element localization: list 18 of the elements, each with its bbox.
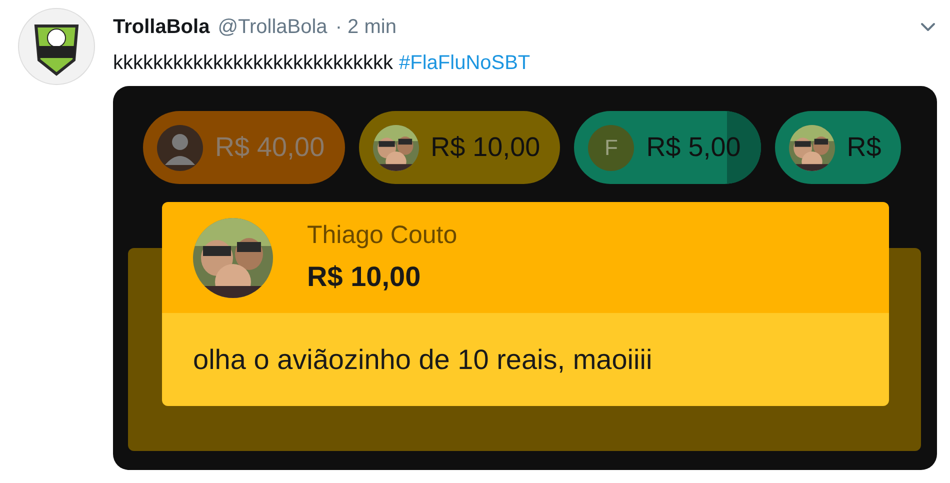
author-handle[interactable]: @TrollaBola bbox=[218, 12, 328, 42]
letter-avatar: F bbox=[588, 124, 634, 170]
donor-name: Thiago Couto bbox=[307, 220, 458, 251]
donation-chip[interactable]: R$ 10,00 bbox=[358, 111, 560, 184]
donation-amount: R$ 10,00 bbox=[430, 131, 540, 164]
person-icon bbox=[157, 124, 203, 170]
donation-amount: R$ bbox=[846, 131, 882, 164]
tweet-time[interactable]: · 2 min bbox=[335, 12, 396, 42]
donation-chip[interactable]: R$ bbox=[774, 111, 902, 184]
chat-message: olha o aviãozinho de 10 reais, maoiiii bbox=[193, 342, 652, 376]
hashtag-link[interactable]: #FlaFluNoSBT bbox=[399, 48, 530, 78]
donation-amount: R$ 10,00 bbox=[307, 260, 422, 294]
donation-chip[interactable]: F R$ 5,00 bbox=[574, 111, 761, 184]
tweet-text: kkkkkkkkkkkkkkkkkkkkkkkkkkkk bbox=[113, 51, 393, 76]
donation-amount: R$ 5,00 bbox=[646, 131, 741, 164]
author-name[interactable]: TrollaBola bbox=[113, 12, 210, 42]
logo-avatar[interactable] bbox=[18, 8, 95, 85]
donation-amount: R$ 40,00 bbox=[215, 131, 325, 164]
